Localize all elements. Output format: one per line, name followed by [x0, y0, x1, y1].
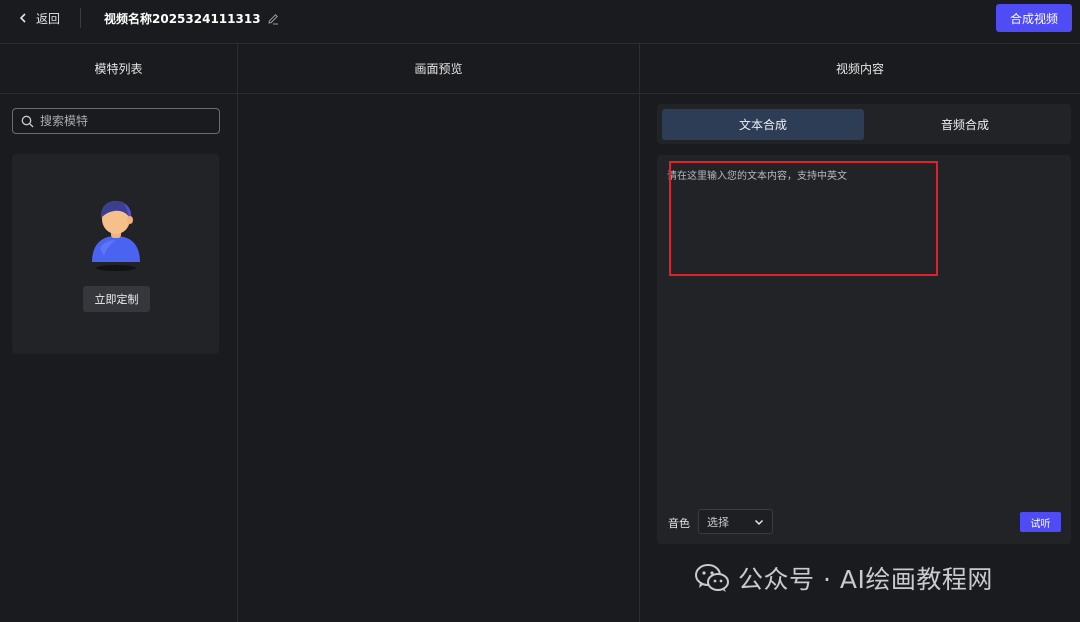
column-divider — [237, 44, 238, 622]
voice-select-value: 选择 — [707, 515, 729, 529]
edit-pencil-icon[interactable] — [267, 13, 279, 25]
text-content-input[interactable] — [667, 167, 1061, 487]
model-search[interactable] — [12, 108, 220, 134]
listen-button[interactable]: 试听 — [1020, 512, 1061, 532]
search-icon — [21, 115, 34, 127]
wechat-icon — [695, 564, 729, 592]
tab-audio-synthesis[interactable]: 音频合成 — [864, 109, 1066, 140]
search-input[interactable] — [40, 114, 210, 128]
top-bar: 返回 视频名称2025324111313 合成视频 — [0, 0, 1080, 44]
custom-now-button[interactable]: 立即定制 — [83, 286, 150, 312]
back-button[interactable]: 返回 — [18, 10, 60, 26]
voice-select[interactable]: 选择 — [698, 509, 773, 534]
watermark-text: 公众号 · AI绘画教程网 — [738, 565, 993, 594]
avatar-illustration — [92, 200, 140, 271]
video-title-text: 视频名称2025324111313 — [104, 12, 261, 26]
tab-text-synthesis[interactable]: 文本合成 — [662, 109, 864, 140]
compose-video-button[interactable]: 合成视频 — [996, 4, 1072, 32]
model-card[interactable]: 立即定制 — [12, 154, 219, 354]
back-label: 返回 — [36, 11, 61, 26]
column-divider — [639, 44, 640, 622]
voice-label: 音色 — [668, 517, 690, 530]
preview-column-title: 画面预览 — [238, 44, 639, 94]
video-title: 视频名称2025324111313 — [104, 10, 279, 27]
synthesis-tabs: 文本合成 音频合成 — [657, 104, 1071, 144]
models-column-title: 模特列表 — [0, 44, 237, 94]
watermark: 公众号 · AI绘画教程网 — [694, 562, 993, 594]
chevron-left-icon — [19, 13, 26, 23]
chevron-down-icon — [754, 519, 764, 525]
text-editor-panel — [657, 155, 1071, 544]
divider — [80, 8, 81, 28]
content-column-title: 视频内容 — [640, 44, 1080, 94]
